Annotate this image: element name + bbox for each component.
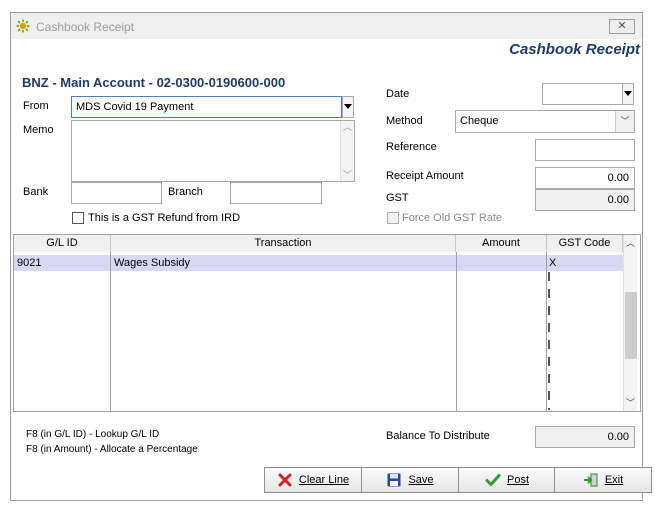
receipt-amount-label: Receipt Amount (386, 170, 464, 182)
column-header-amount[interactable]: Amount (456, 235, 547, 252)
memo-scrollbar[interactable]: ︿ ﹀ (340, 121, 354, 181)
checkmark-icon (485, 474, 501, 486)
row-transaction[interactable]: Wages Subsidy (114, 257, 190, 269)
method-value: Cheque (460, 115, 499, 127)
window-title: Cashbook Receipt (36, 20, 135, 34)
reference-input[interactable] (535, 139, 635, 161)
calendar-dropdown-icon (624, 91, 632, 96)
balance-value: 0.00 (607, 431, 629, 443)
memo-textarea[interactable]: ︿ ﹀ (71, 120, 355, 182)
balance-label: Balance To Distribute (386, 430, 490, 442)
receipt-amount-input[interactable]: 0.00 (535, 167, 635, 189)
scroll-up-icon[interactable]: ︿ (624, 235, 637, 251)
force-old-gst-checkbox[interactable] (387, 212, 399, 224)
column-header-gl-id[interactable]: G/L ID (14, 235, 111, 252)
from-input[interactable]: MDS Covid 19 Payment (71, 96, 342, 118)
clear-line-button[interactable]: Clear Line (264, 467, 362, 493)
from-value: MDS Covid 19 Payment (76, 101, 194, 113)
branch-label: Branch (168, 186, 203, 198)
branch-input[interactable] (230, 182, 322, 204)
account-title: BNZ - Main Account - 02-0300-0190600-000 (22, 75, 286, 90)
gst-amount-field: 0.00 (535, 189, 635, 211)
scroll-down-icon[interactable]: ﹀ (624, 395, 637, 411)
from-dropdown-button[interactable] (342, 96, 354, 118)
column-divider (110, 252, 111, 411)
hint-allocate: F8 (in Amount) - Allocate a Percentage (26, 444, 198, 455)
grid-scrollbar[interactable]: ︿ ﹀ (623, 235, 637, 411)
row-gl-id[interactable]: 9021 (17, 257, 41, 269)
method-select[interactable]: Cheque ﹀ (455, 110, 635, 133)
gst-refund-checkbox[interactable] (72, 212, 84, 224)
date-dropdown-button[interactable] (622, 83, 634, 105)
app-sun-icon (16, 19, 30, 33)
column-header-transaction[interactable]: Transaction (111, 235, 456, 252)
memo-label: Memo (23, 124, 54, 136)
clear-line-label: Clear Line (298, 474, 350, 486)
exit-door-icon (583, 473, 598, 487)
force-old-gst-label: Force Old GST Rate (402, 212, 503, 224)
row-gst-code[interactable]: X (549, 257, 556, 269)
form-heading: Cashbook Receipt (509, 41, 640, 58)
gst-label: GST (386, 192, 409, 204)
scroll-down-icon[interactable]: ﹀ (341, 169, 354, 181)
chevron-down-icon (344, 104, 352, 109)
gst-refund-label: This is a GST Refund from IRD (88, 212, 241, 224)
receipt-amount-value: 0.00 (607, 172, 629, 184)
method-label: Method (386, 115, 423, 127)
post-label: Post (506, 474, 529, 486)
scroll-up-icon[interactable]: ︿ (341, 121, 354, 133)
gst-code-dropdown-stubs (548, 272, 550, 410)
bank-label: Bank (23, 186, 49, 198)
save-label: Save (408, 474, 434, 486)
bank-input[interactable] (71, 182, 162, 204)
post-button[interactable]: Post (458, 467, 556, 493)
chevron-down-icon[interactable]: ﹀ (615, 111, 634, 132)
column-divider (456, 252, 457, 411)
date-label: Date (386, 88, 410, 100)
reference-label: Reference (386, 141, 437, 153)
from-label: From (23, 100, 49, 112)
floppy-disk-icon (387, 473, 401, 487)
exit-button[interactable]: Exit (554, 467, 652, 493)
close-icon: ✕ (617, 20, 627, 32)
gst-value: 0.00 (607, 194, 629, 206)
column-header-gst-code[interactable]: GST Code (547, 235, 623, 252)
close-button[interactable]: ✕ (609, 19, 635, 34)
date-input[interactable] (542, 83, 623, 105)
exit-label: Exit (604, 474, 624, 486)
column-divider (546, 252, 547, 411)
clear-x-icon (278, 473, 292, 487)
table-row[interactable] (14, 255, 623, 271)
scrollbar-thumb[interactable] (625, 292, 637, 359)
balance-field: 0.00 (535, 426, 635, 448)
hint-lookup: F8 (in G/L ID) - Lookup G/L ID (26, 429, 160, 440)
save-button[interactable]: Save (361, 467, 459, 493)
